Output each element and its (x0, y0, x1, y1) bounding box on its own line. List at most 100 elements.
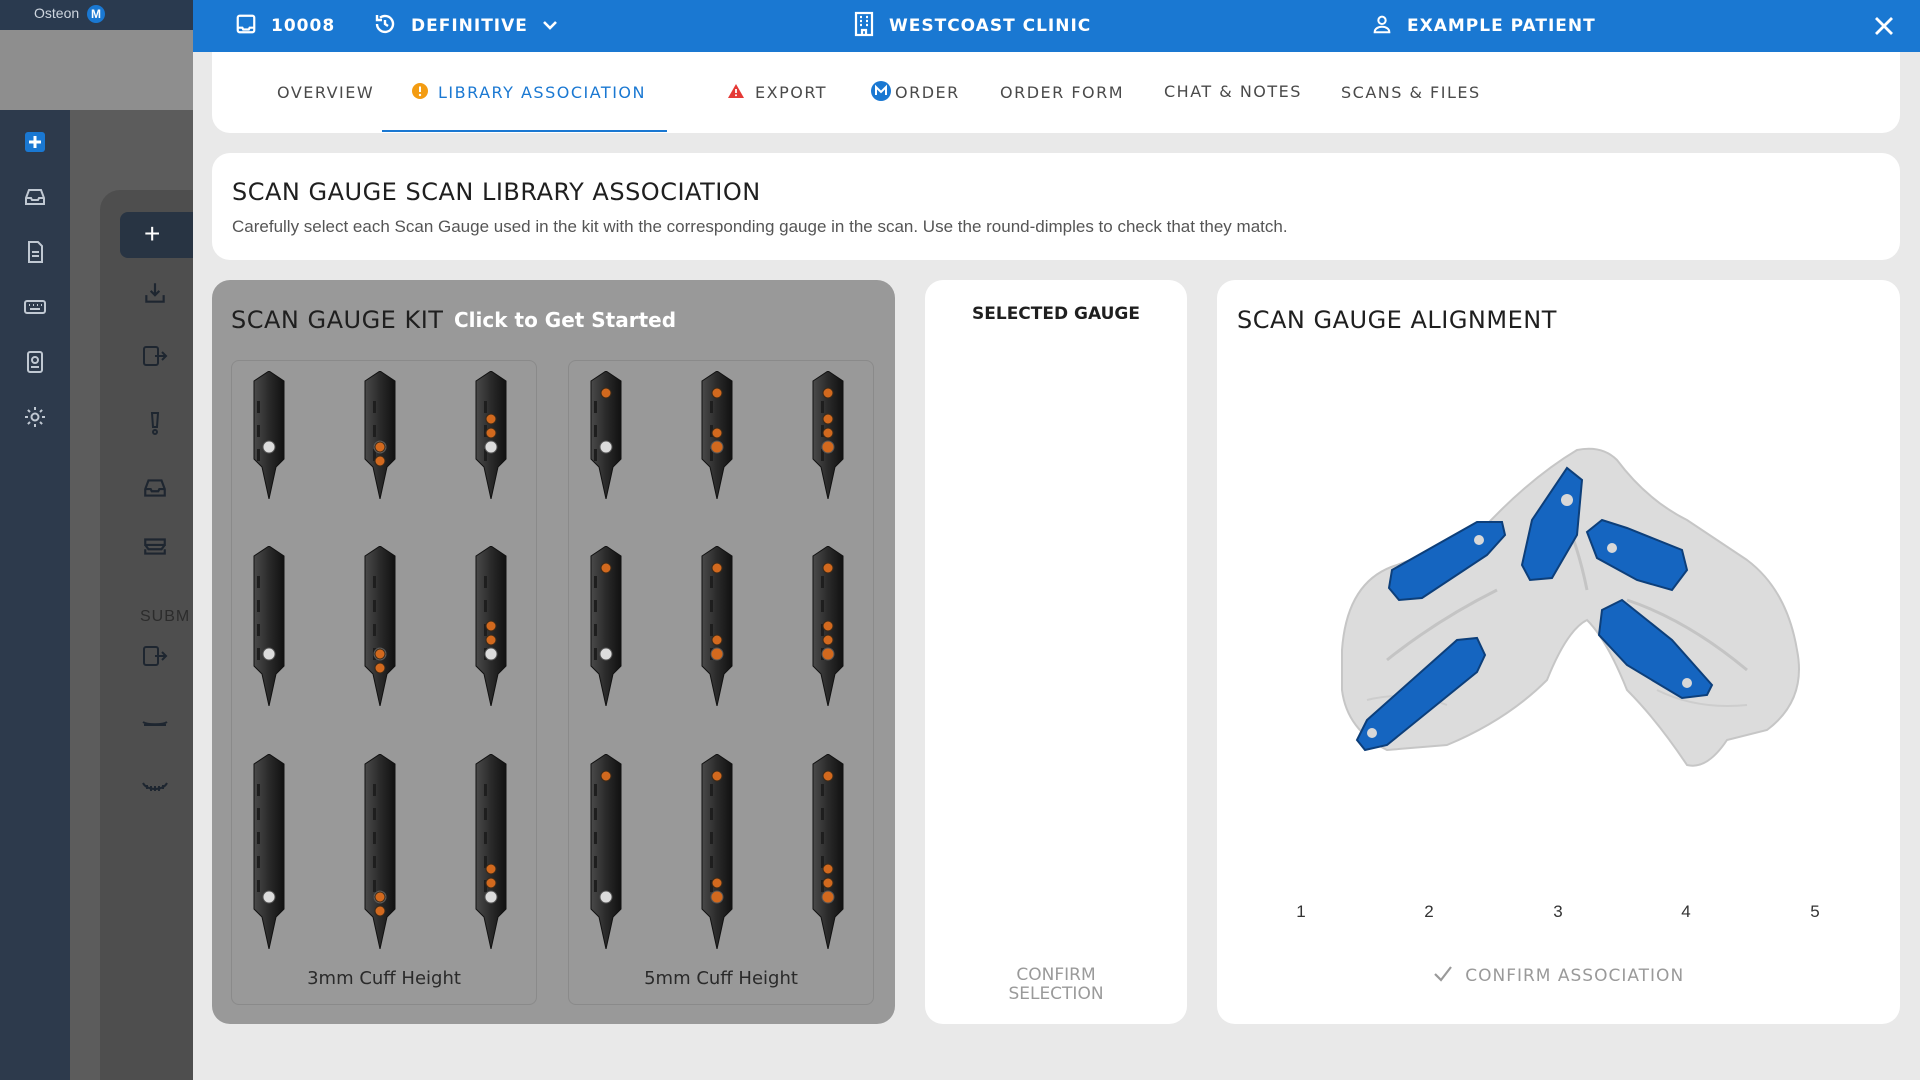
logo-badge: M (87, 5, 106, 24)
position-5[interactable]: 5 (1800, 902, 1830, 922)
bar-icon[interactable] (140, 708, 170, 738)
keyboard-icon[interactable] (22, 295, 48, 321)
scan-gauge-thumbnail[interactable] (694, 545, 740, 711)
logo-text: Osteon (34, 5, 80, 21)
scan-gauge-thumbnail[interactable] (583, 370, 629, 504)
kit-group-5mm: 5mm Cuff Height (568, 360, 874, 1005)
selected-gauge-title: SELECTED GAUGE (972, 304, 1140, 324)
close-icon[interactable] (1870, 12, 1898, 40)
confirm-selection-button[interactable]: CONFIRM SELECTION (925, 966, 1187, 1004)
scan-gauge-thumbnail[interactable] (357, 753, 403, 954)
scan-gauge-thumbnail[interactable] (246, 545, 292, 711)
implant-icon[interactable] (140, 410, 170, 440)
tab-chat-notes-label: CHAT & NOTES (1164, 82, 1302, 101)
tab-library-association[interactable]: LIBRARY ASSOCIATION (412, 52, 646, 133)
scan-gauge-thumbnail[interactable] (357, 545, 403, 711)
nav-rail (0, 110, 70, 1080)
tab-overview-label: OVERVIEW (277, 83, 375, 102)
status-dropdown[interactable]: DEFINITIVE (373, 0, 558, 52)
confirm-association-label: CONFIRM ASSOCIATION (1465, 966, 1685, 986)
add-case-icon[interactable] (22, 130, 48, 156)
download-tray-icon[interactable] (140, 280, 170, 310)
alignment-title: SCAN GAUGE ALIGNMENT (1237, 306, 1557, 334)
osteon-logo-icon (871, 80, 891, 105)
tab-order-form[interactable]: ORDER FORM (1000, 52, 1124, 133)
confirm-association-button[interactable]: CONFIRM ASSOCIATION (1217, 965, 1900, 988)
case-tray-icon (235, 13, 257, 40)
tab-export[interactable]: EXPORT (727, 52, 827, 133)
background-topbar: Osteon M (0, 0, 193, 30)
scan-gauge-thumbnail[interactable] (805, 370, 851, 504)
settings-gear-icon[interactable] (22, 405, 48, 431)
status-text: DEFINITIVE (411, 16, 528, 36)
export-file-icon[interactable] (140, 643, 170, 673)
layers-icon[interactable] (140, 533, 170, 563)
scan-gauge-thumbnail[interactable] (583, 753, 629, 954)
scan-gauge-thumbnail[interactable] (468, 545, 514, 711)
get-started-overlay[interactable]: Click to Get Started (454, 308, 676, 332)
kit-group-label: 3mm Cuff Height (307, 968, 461, 989)
warning-triangle-icon (727, 83, 745, 103)
position-1[interactable]: 1 (1286, 902, 1316, 922)
refresh-status-icon (373, 12, 397, 41)
case-modal: 10008 DEFINITIVE WESTCOAST CLINIC EXAMPL… (193, 0, 1920, 1080)
scan-gauge-alignment-panel: SCAN GAUGE ALIGNMENT 1 2 3 4 5 CONFIRM A… (1217, 280, 1900, 1024)
warning-circle-icon (412, 82, 428, 103)
intro-card: SCAN GAUGE SCAN LIBRARY ASSOCIATION Care… (212, 153, 1900, 260)
tab-bar: OVERVIEW LIBRARY ASSOCIATION EXPORT ORDE… (212, 52, 1900, 133)
kit-title: SCAN GAUGE KIT (231, 306, 444, 334)
scan-gauge-thumbnail[interactable] (468, 753, 514, 954)
tab-order[interactable]: ORDER (871, 52, 960, 133)
checkmark-icon (1433, 965, 1453, 988)
scan-gauge-thumbnail[interactable] (246, 753, 292, 954)
position-4[interactable]: 4 (1671, 902, 1701, 922)
document-icon[interactable] (22, 240, 48, 266)
tab-order-label: ORDER (895, 83, 960, 102)
person-icon (1371, 13, 1393, 40)
case-id: 10008 (235, 0, 335, 52)
modal-header: 10008 DEFINITIVE WESTCOAST CLINIC EXAMPL… (193, 0, 1920, 52)
tab-export-label: EXPORT (755, 83, 828, 102)
arch-icon[interactable] (140, 773, 170, 803)
scan-gauge-thumbnail[interactable] (357, 370, 403, 504)
kit-group-3mm: 3mm Cuff Height (231, 360, 537, 1005)
tab-library-association-label: LIBRARY ASSOCIATION (438, 83, 646, 102)
tab-chat-notes[interactable]: CHAT & NOTES (1164, 51, 1302, 132)
tab-order-form-label: ORDER FORM (1000, 83, 1125, 102)
inbox-icon[interactable] (22, 185, 48, 211)
case-id-text: 10008 (271, 16, 336, 36)
scan-gauge-thumbnail[interactable] (694, 753, 740, 954)
scan-model-3d-view[interactable] (1327, 440, 1827, 800)
submit-section-label: SUBM (140, 608, 191, 625)
tab-scans-files-label: SCANS & FILES (1341, 83, 1481, 102)
export-3d-icon[interactable] (140, 343, 170, 373)
scan-gauge-thumbnail[interactable] (468, 370, 514, 504)
new-item-button[interactable]: + (120, 212, 193, 258)
kit-group-label: 5mm Cuff Height (644, 968, 798, 989)
position-3[interactable]: 3 (1543, 902, 1573, 922)
scan-gauge-thumbnail[interactable] (805, 753, 851, 954)
background-subpanel (100, 190, 193, 1080)
active-tab-indicator (382, 130, 667, 132)
tab-overview[interactable]: OVERVIEW (277, 52, 374, 133)
tab-scans-files[interactable]: SCANS & FILES (1341, 52, 1481, 133)
scan-gauge-thumbnail[interactable] (583, 545, 629, 711)
clinic-name: WESTCOAST CLINIC (853, 0, 1091, 52)
page-title: SCAN GAUGE SCAN LIBRARY ASSOCIATION (232, 178, 761, 206)
clinic-name-text: WESTCOAST CLINIC (889, 16, 1092, 36)
chevron-down-icon (542, 16, 558, 36)
scan-gauge-thumbnail[interactable] (694, 370, 740, 504)
selected-gauge-panel: SELECTED GAUGE CONFIRM SELECTION (925, 280, 1187, 1024)
scan-gauge-thumbnail[interactable] (246, 370, 292, 504)
building-icon (853, 11, 875, 42)
tray-icon[interactable] (140, 475, 170, 505)
scan-gauge-kit-panel[interactable]: SCAN GAUGE KIT Click to Get Started 3mm … (212, 280, 895, 1024)
badge-icon[interactable] (22, 350, 48, 376)
patient-name: EXAMPLE PATIENT (1371, 0, 1596, 52)
patient-name-text: EXAMPLE PATIENT (1407, 16, 1596, 36)
page-description: Carefully select each Scan Gauge used in… (232, 217, 1288, 236)
background-toolbar (0, 30, 193, 110)
osteon-logo: Osteon M (34, 5, 106, 24)
scan-gauge-thumbnail[interactable] (805, 545, 851, 711)
position-2[interactable]: 2 (1414, 902, 1444, 922)
